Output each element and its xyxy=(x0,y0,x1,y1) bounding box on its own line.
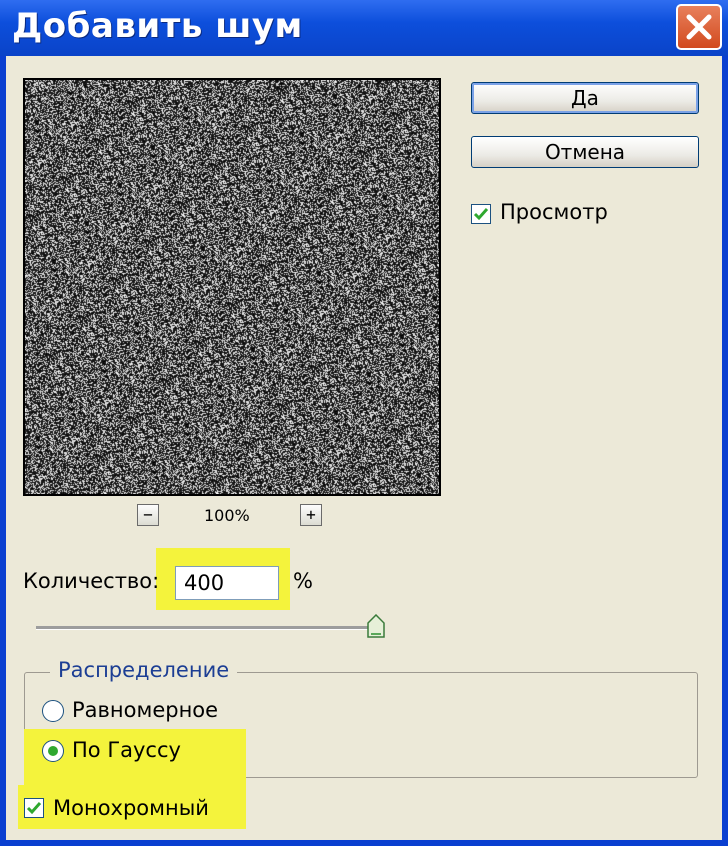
dialog-body: − 100% + Да Отмена Просмотр Количество: … xyxy=(6,56,722,840)
dialog-window: Добавить шум − 100% + Да Отмена Просмотр xyxy=(0,0,728,846)
close-button[interactable] xyxy=(676,4,722,50)
monochrome-checkbox[interactable] xyxy=(24,798,44,818)
preview-label: Просмотр xyxy=(500,200,608,224)
noise-preview-image xyxy=(25,80,439,494)
amount-input[interactable]: 400 xyxy=(175,566,279,600)
amount-slider-track[interactable] xyxy=(36,626,376,630)
zoom-in-button[interactable]: + xyxy=(300,504,322,526)
checkmark-icon xyxy=(473,208,489,221)
close-icon xyxy=(686,14,712,40)
monochrome-label: Монохромный xyxy=(53,796,209,820)
preview-checkbox[interactable] xyxy=(471,204,491,224)
title-bar[interactable]: Добавить шум xyxy=(0,0,728,56)
radio-selected-dot xyxy=(48,746,58,756)
minus-icon: − xyxy=(143,505,153,524)
amount-slider-thumb[interactable] xyxy=(367,614,385,638)
zoom-out-button[interactable]: − xyxy=(137,504,159,526)
distribution-title: Распределение xyxy=(50,658,238,682)
radio-uniform-label: Равномерное xyxy=(72,698,219,722)
plus-icon: + xyxy=(306,505,316,524)
radio-gaussian-label: По Гауссу xyxy=(72,738,181,762)
amount-label: Количество: xyxy=(23,569,160,593)
amount-unit: % xyxy=(293,569,313,593)
zoom-level: 100% xyxy=(204,506,250,525)
radio-gaussian[interactable] xyxy=(42,740,64,762)
ok-button[interactable]: Да xyxy=(471,82,699,114)
radio-uniform[interactable] xyxy=(42,700,64,722)
checkmark-icon xyxy=(26,802,42,815)
noise-preview[interactable] xyxy=(23,78,441,496)
dialog-title: Добавить шум xyxy=(12,6,303,46)
cancel-button[interactable]: Отмена xyxy=(471,136,699,168)
